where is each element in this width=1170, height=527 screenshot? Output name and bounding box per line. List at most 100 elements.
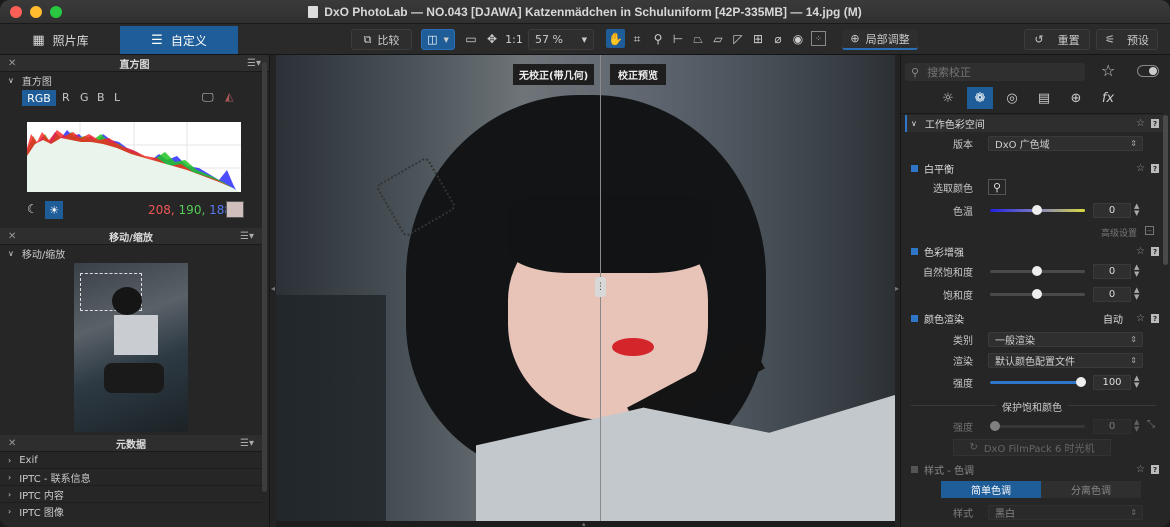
one-to-one-button[interactable]: 1:1 bbox=[505, 31, 523, 47]
help-icon[interactable]: ? bbox=[1151, 465, 1159, 474]
favorites-star-icon[interactable]: ☆ bbox=[1101, 61, 1115, 80]
star-icon[interactable]: ☆ bbox=[1136, 313, 1145, 324]
working-space-section-header[interactable]: ∨ 工作色彩空间 ☆ ? bbox=[905, 115, 1163, 132]
compare-button[interactable]: ⧉ 比较 bbox=[351, 29, 412, 50]
version-select[interactable]: DxO 广色域 ⇕ bbox=[988, 135, 1143, 151]
split-handle[interactable]: ⋮ bbox=[595, 277, 606, 297]
style-select[interactable]: 黑白 ⇕ bbox=[988, 504, 1143, 520]
protect-intensity-slider[interactable] bbox=[990, 420, 1085, 431]
zoom-window-button[interactable] bbox=[50, 6, 62, 18]
slider-knob[interactable] bbox=[1032, 204, 1042, 215]
toggle-switch[interactable] bbox=[1137, 65, 1159, 77]
channel-r[interactable]: R bbox=[62, 91, 70, 104]
close-icon[interactable]: ✕ bbox=[8, 438, 16, 449]
channel-rgb[interactable]: RGB bbox=[22, 90, 56, 106]
color-accent-section-header[interactable]: 色彩增强 ☆ ? bbox=[905, 243, 1163, 260]
slider-knob[interactable] bbox=[990, 420, 1000, 431]
local-adjust-button[interactable]: ⊕ 局部调整 bbox=[842, 29, 918, 50]
red-eye-icon[interactable]: ◉ bbox=[790, 31, 806, 47]
perspective-icon[interactable]: ⏢ bbox=[690, 31, 706, 47]
minimize-window-button[interactable] bbox=[30, 6, 42, 18]
metadata-panel-header[interactable]: ✕ 元数据 ☰▾ bbox=[0, 435, 262, 452]
stepper-icon[interactable]: ▲ ▼ bbox=[1134, 203, 1139, 217]
collapse-bottom-handle[interactable]: ▴ bbox=[582, 520, 586, 527]
repair-icon[interactable]: ⌀ bbox=[770, 31, 786, 47]
vibrancy-value[interactable]: 0 bbox=[1093, 263, 1131, 279]
move-icon[interactable]: ✥ bbox=[484, 31, 500, 47]
stepper-icon[interactable]: ▲ ▼ bbox=[1134, 419, 1139, 433]
perspective-8pt-icon[interactable]: ◸ bbox=[730, 31, 746, 47]
grid-tool-icon[interactable]: ⊞ bbox=[750, 31, 766, 47]
star-icon[interactable]: ☆ bbox=[1136, 118, 1145, 129]
channel-b[interactable]: B bbox=[97, 91, 105, 104]
rendering-select[interactable]: 默认颜色配置文件 ⇕ bbox=[988, 352, 1143, 368]
close-icon[interactable]: ✕ bbox=[8, 58, 16, 69]
dust-icon[interactable]: ⁘ bbox=[811, 31, 826, 46]
stepper-icon[interactable]: ▲ ▼ bbox=[1134, 287, 1139, 301]
star-icon[interactable]: ☆ bbox=[1136, 246, 1145, 257]
eyedropper-icon[interactable]: ⚲ bbox=[988, 179, 1006, 195]
star-icon[interactable]: ☆ bbox=[1136, 464, 1145, 475]
saturation-slider[interactable] bbox=[990, 288, 1085, 299]
reset-button[interactable]: ↺ 重置 bbox=[1024, 29, 1090, 50]
wand-icon[interactable]: ⤡ bbox=[1147, 419, 1155, 430]
enable-toggle[interactable] bbox=[911, 315, 918, 322]
enable-toggle[interactable] bbox=[911, 165, 918, 172]
advanced-settings-link[interactable]: 高级设置 bbox=[1101, 226, 1137, 239]
hand-tool-icon[interactable]: ✋ bbox=[606, 29, 625, 48]
metadata-item-iptc-image[interactable]: › IPTC 图像 bbox=[0, 503, 262, 520]
preset-button[interactable]: ⚟ 预设 bbox=[1096, 29, 1158, 50]
help-icon[interactable]: ? bbox=[1151, 314, 1159, 323]
protect-intensity-value[interactable]: 0 bbox=[1093, 418, 1131, 434]
temperature-value[interactable]: 0 bbox=[1093, 202, 1131, 218]
move-zoom-panel-header[interactable]: ✕ 移动/缩放 ☰▾ bbox=[0, 228, 262, 245]
star-icon[interactable]: ☆ bbox=[1136, 163, 1145, 174]
slider-knob[interactable] bbox=[1076, 376, 1086, 387]
tab-split-toning[interactable]: 分离色调 bbox=[1041, 481, 1141, 498]
enable-toggle[interactable] bbox=[911, 466, 918, 473]
color-rendering-section-header[interactable]: 颜色渲染 自动 ☆ ? bbox=[905, 310, 1163, 327]
close-window-button[interactable] bbox=[10, 6, 22, 18]
search-box[interactable]: ⚲ bbox=[905, 63, 1085, 81]
tab-simple-toning[interactable]: 简单色调 bbox=[941, 481, 1041, 498]
white-balance-section-header[interactable]: 白平衡 ☆ ? bbox=[905, 160, 1163, 177]
moon-icon[interactable]: ☾ bbox=[27, 202, 42, 217]
zoom-select[interactable]: 57 % ▼ bbox=[528, 29, 594, 50]
slider-knob[interactable] bbox=[1032, 265, 1042, 276]
panel-menu-icon[interactable]: ☰▾ bbox=[247, 58, 261, 69]
category-select[interactable]: 一般渲染 ⇕ bbox=[988, 331, 1143, 347]
histogram-subheader[interactable]: ∨ 直方图 bbox=[0, 72, 269, 89]
search-input[interactable] bbox=[927, 65, 1068, 79]
intensity-value[interactable]: 100 bbox=[1093, 374, 1131, 390]
fit-screen-icon[interactable]: ▭ bbox=[463, 31, 479, 47]
filmpack-button[interactable]: ↻ DxO FilmPack 6 时光机 bbox=[953, 439, 1111, 456]
collapse-right-handle[interactable]: ▸ bbox=[895, 284, 899, 293]
gamut-warning-icon[interactable]: ◭ bbox=[225, 90, 233, 103]
expand-icon[interactable]: − bbox=[1145, 226, 1154, 235]
stepper-icon[interactable]: ▲ ▼ bbox=[1134, 375, 1139, 389]
saturation-value[interactable]: 0 bbox=[1093, 286, 1131, 302]
histogram-panel-header[interactable]: ✕ 直方图 ☰▾ bbox=[0, 55, 269, 72]
stepper-icon[interactable]: ▲ ▼ bbox=[1134, 264, 1139, 278]
help-icon[interactable]: ? bbox=[1151, 119, 1159, 128]
geometry-tab-icon[interactable]: ▤ bbox=[1031, 87, 1057, 109]
image-viewer[interactable]: ⋮ 无校正(带几何) 校正预览 bbox=[276, 55, 895, 521]
tab-photo-library[interactable]: ▦ 照片库 bbox=[4, 26, 117, 54]
color-tab-icon[interactable]: ❁ bbox=[967, 87, 993, 109]
metadata-item-iptc-contact[interactable]: › IPTC - 联系信息 bbox=[0, 469, 262, 486]
tab-customize[interactable]: ☰ 自定义 bbox=[120, 26, 238, 54]
light-tab-icon[interactable]: ☼ bbox=[935, 87, 961, 109]
panel-menu-icon[interactable]: ☰▾ bbox=[240, 231, 254, 242]
eyedropper-icon[interactable]: ⚲ bbox=[650, 31, 666, 47]
collapse-left-handle[interactable]: ◂ bbox=[271, 284, 275, 293]
crop-icon[interactable]: ⌗ bbox=[629, 31, 645, 47]
sun-icon[interactable]: ☀ bbox=[45, 201, 63, 219]
slider-knob[interactable] bbox=[1032, 288, 1042, 299]
detail-tab-icon[interactable]: ◎ bbox=[999, 87, 1025, 109]
metadata-item-iptc-content[interactable]: › IPTC 内容 bbox=[0, 486, 262, 503]
right-panel-scrollbar[interactable] bbox=[1163, 115, 1168, 265]
intensity-slider[interactable] bbox=[990, 376, 1086, 387]
channel-l[interactable]: L bbox=[114, 91, 120, 104]
panel-menu-icon[interactable]: ☰▾ bbox=[240, 438, 254, 449]
split-view-button[interactable]: ◫ ▼ bbox=[421, 29, 455, 50]
